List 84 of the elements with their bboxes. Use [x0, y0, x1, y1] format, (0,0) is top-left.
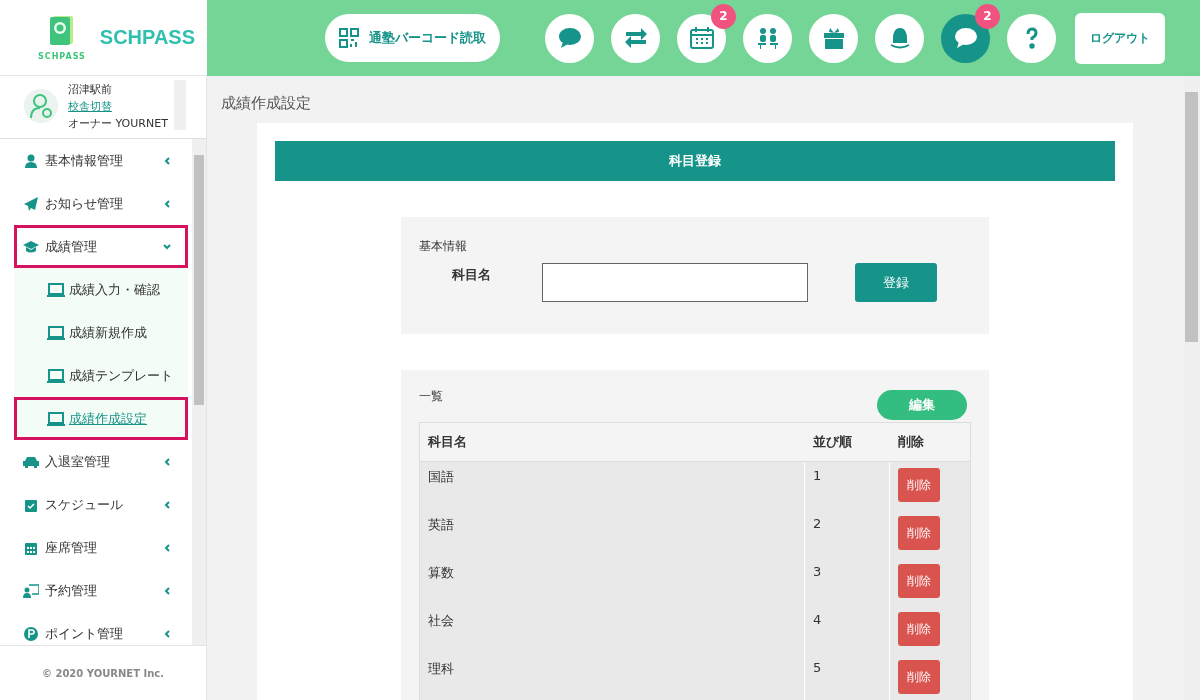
brand-name: SCHPASS — [99, 26, 196, 49]
notification-badge: 2 — [975, 3, 1000, 29]
meeting-people-button[interactable] — [743, 13, 792, 63]
school-switch-link[interactable]: 校舎切替 — [68, 97, 112, 115]
laptop-icon — [47, 325, 65, 340]
chevron-left-icon — [163, 457, 171, 466]
delete-button[interactable]: 削除 — [898, 660, 940, 694]
laptop-icon — [47, 411, 65, 426]
calendar-check-icon — [23, 497, 39, 512]
gift-button[interactable] — [809, 13, 858, 63]
table-cell: 算数 — [419, 558, 805, 606]
section-heading: 基本情報 — [419, 239, 467, 253]
sidebar-subitem[interactable]: 成績テンプレート — [14, 354, 188, 397]
chevron-left-icon — [163, 156, 171, 165]
table-cell: 3 — [804, 558, 890, 606]
calendar-icon — [23, 540, 39, 555]
calendar-icon — [689, 27, 714, 49]
register-button[interactable]: 登録 — [855, 263, 937, 302]
column-header: 科目名 — [419, 422, 805, 462]
delete-button[interactable]: 削除 — [898, 612, 940, 646]
sidebar-subitem[interactable]: 成績作成設定 — [14, 397, 188, 440]
sidebar-subitem[interactable]: 成績入力・確認 — [14, 268, 188, 311]
point-icon — [23, 626, 39, 641]
swap-arrows-button[interactable] — [611, 13, 660, 63]
presenter-icon — [23, 583, 39, 598]
sidebar-item[interactable]: 成績管理 — [14, 225, 188, 268]
chevron-left-icon — [163, 586, 171, 595]
user-icon — [23, 153, 39, 168]
school-name: 沼津駅前 — [68, 81, 113, 98]
sidebar-item[interactable]: 座席管理 — [14, 526, 188, 569]
sidebar-item[interactable]: スケジュール — [14, 483, 188, 526]
chat-bubble-button[interactable] — [545, 13, 594, 63]
delete-button[interactable]: 削除 — [898, 468, 940, 502]
table-cell: 1 — [804, 461, 890, 510]
laptop-icon — [47, 368, 65, 383]
delete-button[interactable]: 削除 — [898, 564, 940, 598]
gift-icon — [821, 27, 846, 49]
chevron-left-icon — [163, 500, 171, 509]
chevron-down-icon — [163, 242, 171, 251]
barcode-read-button[interactable]: 通塾バーコード読取 — [325, 14, 500, 62]
sidebar-item[interactable]: 基本情報管理 — [14, 139, 188, 182]
sidebar-subitem[interactable]: 成績新規作成 — [14, 311, 188, 354]
paper-plane-icon — [23, 196, 39, 211]
swap-arrows-icon — [623, 27, 648, 49]
chevron-left-icon — [163, 543, 171, 552]
table-cell: 国語 — [419, 461, 805, 510]
table-cell: 社会 — [419, 606, 805, 654]
panel-header: 科目登録 — [275, 141, 1115, 181]
sidebar-item[interactable]: 入退室管理 — [14, 440, 188, 483]
sidebar-item[interactable]: お知らせ管理 — [14, 182, 188, 225]
logout-button[interactable]: ログアウト — [1075, 12, 1165, 64]
chat-bubble-icon — [953, 27, 978, 49]
chevron-left-icon — [163, 629, 171, 638]
notification-badge: 2 — [711, 3, 736, 29]
table-cell: 5 — [804, 654, 890, 700]
field-label: 科目名 — [451, 266, 492, 284]
table-cell: 2 — [804, 510, 890, 558]
calendar-button[interactable] — [677, 13, 726, 63]
laptop-icon — [47, 282, 65, 297]
page-title: 成績作成設定 — [221, 94, 312, 113]
car-icon — [23, 454, 39, 469]
logo-caption: SCHPASS — [38, 51, 86, 61]
sidebar-item[interactable]: 予約管理 — [14, 569, 188, 612]
table-cell: 英語 — [419, 510, 805, 558]
column-header: 並び順 — [804, 422, 890, 462]
copyright: © 2020 YOURNET Inc. — [0, 645, 206, 700]
table-cell: 理科 — [419, 654, 805, 700]
section-heading: 一覧 — [419, 388, 443, 405]
subject-name-input[interactable] — [542, 263, 808, 302]
chat-bubble-icon — [557, 27, 582, 49]
chevron-left-icon — [163, 199, 171, 208]
chat-bubble-button[interactable] — [941, 13, 990, 63]
table-cell: 4 — [804, 606, 890, 654]
user-role: オーナー YOURNET — [68, 115, 168, 132]
scrollbar[interactable] — [192, 139, 206, 645]
bell-button[interactable] — [875, 13, 924, 63]
help-button[interactable] — [1007, 13, 1056, 63]
delete-button[interactable]: 削除 — [898, 516, 940, 550]
sidebar-item[interactable]: ポイント管理 — [14, 612, 188, 645]
avatar-silhouette — [24, 89, 58, 123]
meeting-people-icon — [755, 27, 780, 49]
graduation-cap-icon — [23, 239, 39, 254]
qr-code-icon — [339, 28, 359, 48]
column-header: 削除 — [889, 422, 971, 462]
